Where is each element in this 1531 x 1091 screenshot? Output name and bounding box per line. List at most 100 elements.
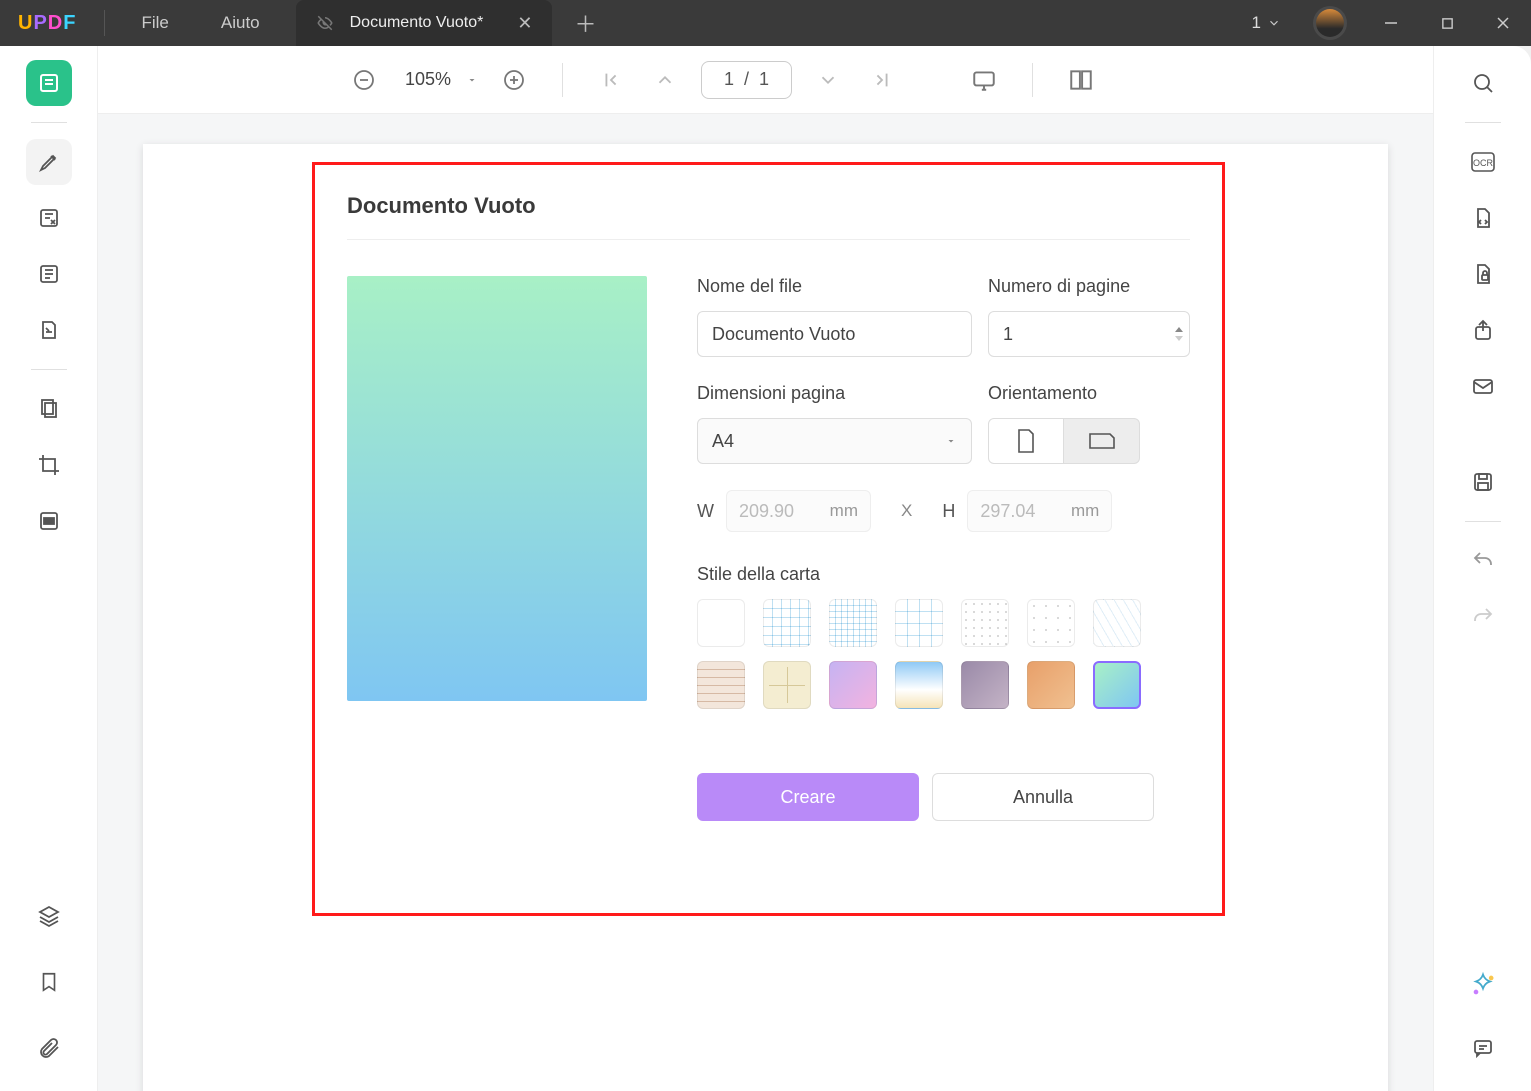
next-page-button[interactable] — [810, 62, 846, 98]
divider — [1465, 521, 1501, 522]
filename-label: Nome del file — [697, 276, 972, 297]
paper-style-gradient-sky[interactable] — [895, 661, 943, 709]
orientation-label: Orientamento — [988, 383, 1190, 404]
divider — [104, 10, 105, 36]
divider — [1465, 122, 1501, 123]
redo-button[interactable] — [1460, 594, 1506, 640]
chevron-down-icon — [945, 435, 957, 447]
chevron-down-icon — [1267, 16, 1281, 30]
pagesize-value: A4 — [712, 431, 734, 452]
pagecount-input[interactable] — [988, 311, 1190, 357]
attachment-button[interactable] — [26, 1025, 72, 1071]
paper-style-blank[interactable] — [697, 599, 745, 647]
paper-style-isometric[interactable] — [1093, 599, 1141, 647]
total-pages: 1 — [759, 69, 769, 90]
height-input[interactable]: 297.04mm — [967, 490, 1112, 532]
ai-assistant-button[interactable] — [1469, 971, 1497, 999]
prev-page-button[interactable] — [647, 62, 683, 98]
menu-file[interactable]: File — [115, 13, 194, 33]
paper-style-dots-small[interactable] — [961, 599, 1009, 647]
spinner-up-icon[interactable] — [1174, 326, 1184, 334]
app-logo: UPDF — [0, 12, 94, 35]
bookmark-button[interactable] — [26, 959, 72, 1005]
presentation-button[interactable] — [966, 62, 1002, 98]
minimize-button[interactable] — [1363, 0, 1419, 46]
form-tool[interactable] — [26, 307, 72, 353]
reader-mode-button[interactable] — [26, 60, 72, 106]
dialog-title: Documento Vuoto — [347, 193, 1190, 240]
pagesize-select[interactable]: A4 — [697, 418, 972, 464]
zoom-dropdown[interactable] — [466, 74, 478, 86]
ocr-button[interactable]: OCR — [1460, 139, 1506, 185]
orientation-portrait-button[interactable] — [988, 418, 1064, 464]
close-window-button[interactable] — [1475, 0, 1531, 46]
undo-button[interactable] — [1460, 538, 1506, 584]
zoom-in-button[interactable] — [496, 62, 532, 98]
width-input[interactable]: 209.90mm — [726, 490, 871, 532]
protect-button[interactable] — [1460, 251, 1506, 297]
paper-style-lined[interactable] — [697, 661, 745, 709]
paper-style-grid-small[interactable] — [829, 599, 877, 647]
search-button[interactable] — [1460, 60, 1506, 106]
edit-text-tool[interactable] — [26, 195, 72, 241]
window-count-dropdown[interactable]: 1 — [1236, 13, 1297, 33]
window-count: 1 — [1252, 13, 1261, 33]
cancel-button[interactable]: Annulla — [932, 773, 1154, 821]
convert-button[interactable] — [1460, 195, 1506, 241]
layers-button[interactable] — [26, 893, 72, 939]
first-page-button[interactable] — [593, 62, 629, 98]
spinner-down-icon[interactable] — [1174, 334, 1184, 342]
tab-close-button[interactable]: ✕ — [517, 13, 532, 34]
view-mode-button[interactable] — [1063, 62, 1099, 98]
zoom-out-button[interactable] — [346, 62, 382, 98]
eye-off-icon — [316, 14, 334, 32]
organize-pages-tool[interactable] — [26, 386, 72, 432]
document-tab[interactable]: Documento Vuoto* ✕ — [296, 0, 553, 46]
share-button[interactable] — [1460, 307, 1506, 353]
crop-tool[interactable] — [26, 442, 72, 488]
pagesize-label: Dimensioni pagina — [697, 383, 972, 404]
height-label: H — [942, 501, 955, 522]
redact-tool[interactable] — [26, 498, 72, 544]
zoom-value: 105% — [400, 69, 456, 90]
paper-style-gradient-grey[interactable] — [961, 661, 1009, 709]
titlebar: UPDF File Aiuto Documento Vuoto* ✕ ＋ 1 — [0, 0, 1531, 46]
paper-style-grid-large[interactable] — [895, 599, 943, 647]
paper-style-gradient-orange[interactable] — [1027, 661, 1075, 709]
page-indicator[interactable]: 1 / 1 — [701, 61, 792, 99]
create-button[interactable]: Creare — [697, 773, 919, 821]
orientation-landscape-button[interactable] — [1064, 418, 1140, 464]
save-button[interactable] — [1460, 459, 1506, 505]
width-label: W — [697, 501, 714, 522]
divider — [1032, 63, 1033, 97]
page-edit-tool[interactable] — [26, 251, 72, 297]
pagecount-label: Numero di pagine — [988, 276, 1190, 297]
new-tab-button[interactable]: ＋ — [574, 7, 596, 39]
paper-style-label: Stile della carta — [697, 564, 1190, 585]
dimension-separator: X — [901, 501, 912, 521]
right-sidebar: OCR — [1433, 46, 1531, 1091]
comment-button[interactable] — [1460, 1025, 1506, 1071]
svg-text:OCR: OCR — [1473, 158, 1494, 168]
user-avatar[interactable] — [1313, 6, 1347, 40]
paper-style-dots-large[interactable] — [1027, 599, 1075, 647]
paper-style-grid-medium[interactable] — [763, 599, 811, 647]
page-preview — [347, 276, 647, 701]
paper-style-grid — [697, 599, 1190, 709]
filename-input[interactable] — [697, 311, 972, 357]
email-button[interactable] — [1460, 363, 1506, 409]
divider — [31, 122, 67, 123]
menu-help[interactable]: Aiuto — [195, 13, 286, 33]
paper-style-cornell[interactable] — [763, 661, 811, 709]
tab-title: Documento Vuoto* — [350, 14, 484, 32]
top-toolbar: 105% 1 / 1 — [98, 46, 1433, 114]
left-sidebar — [0, 46, 98, 1091]
page-separator: / — [744, 69, 749, 90]
last-page-button[interactable] — [864, 62, 900, 98]
current-page: 1 — [724, 69, 734, 90]
paper-style-gradient-purple[interactable] — [829, 661, 877, 709]
highlighter-tool[interactable] — [26, 139, 72, 185]
paper-style-gradient-teal[interactable] — [1093, 661, 1141, 709]
divider — [31, 369, 67, 370]
maximize-button[interactable] — [1419, 0, 1475, 46]
